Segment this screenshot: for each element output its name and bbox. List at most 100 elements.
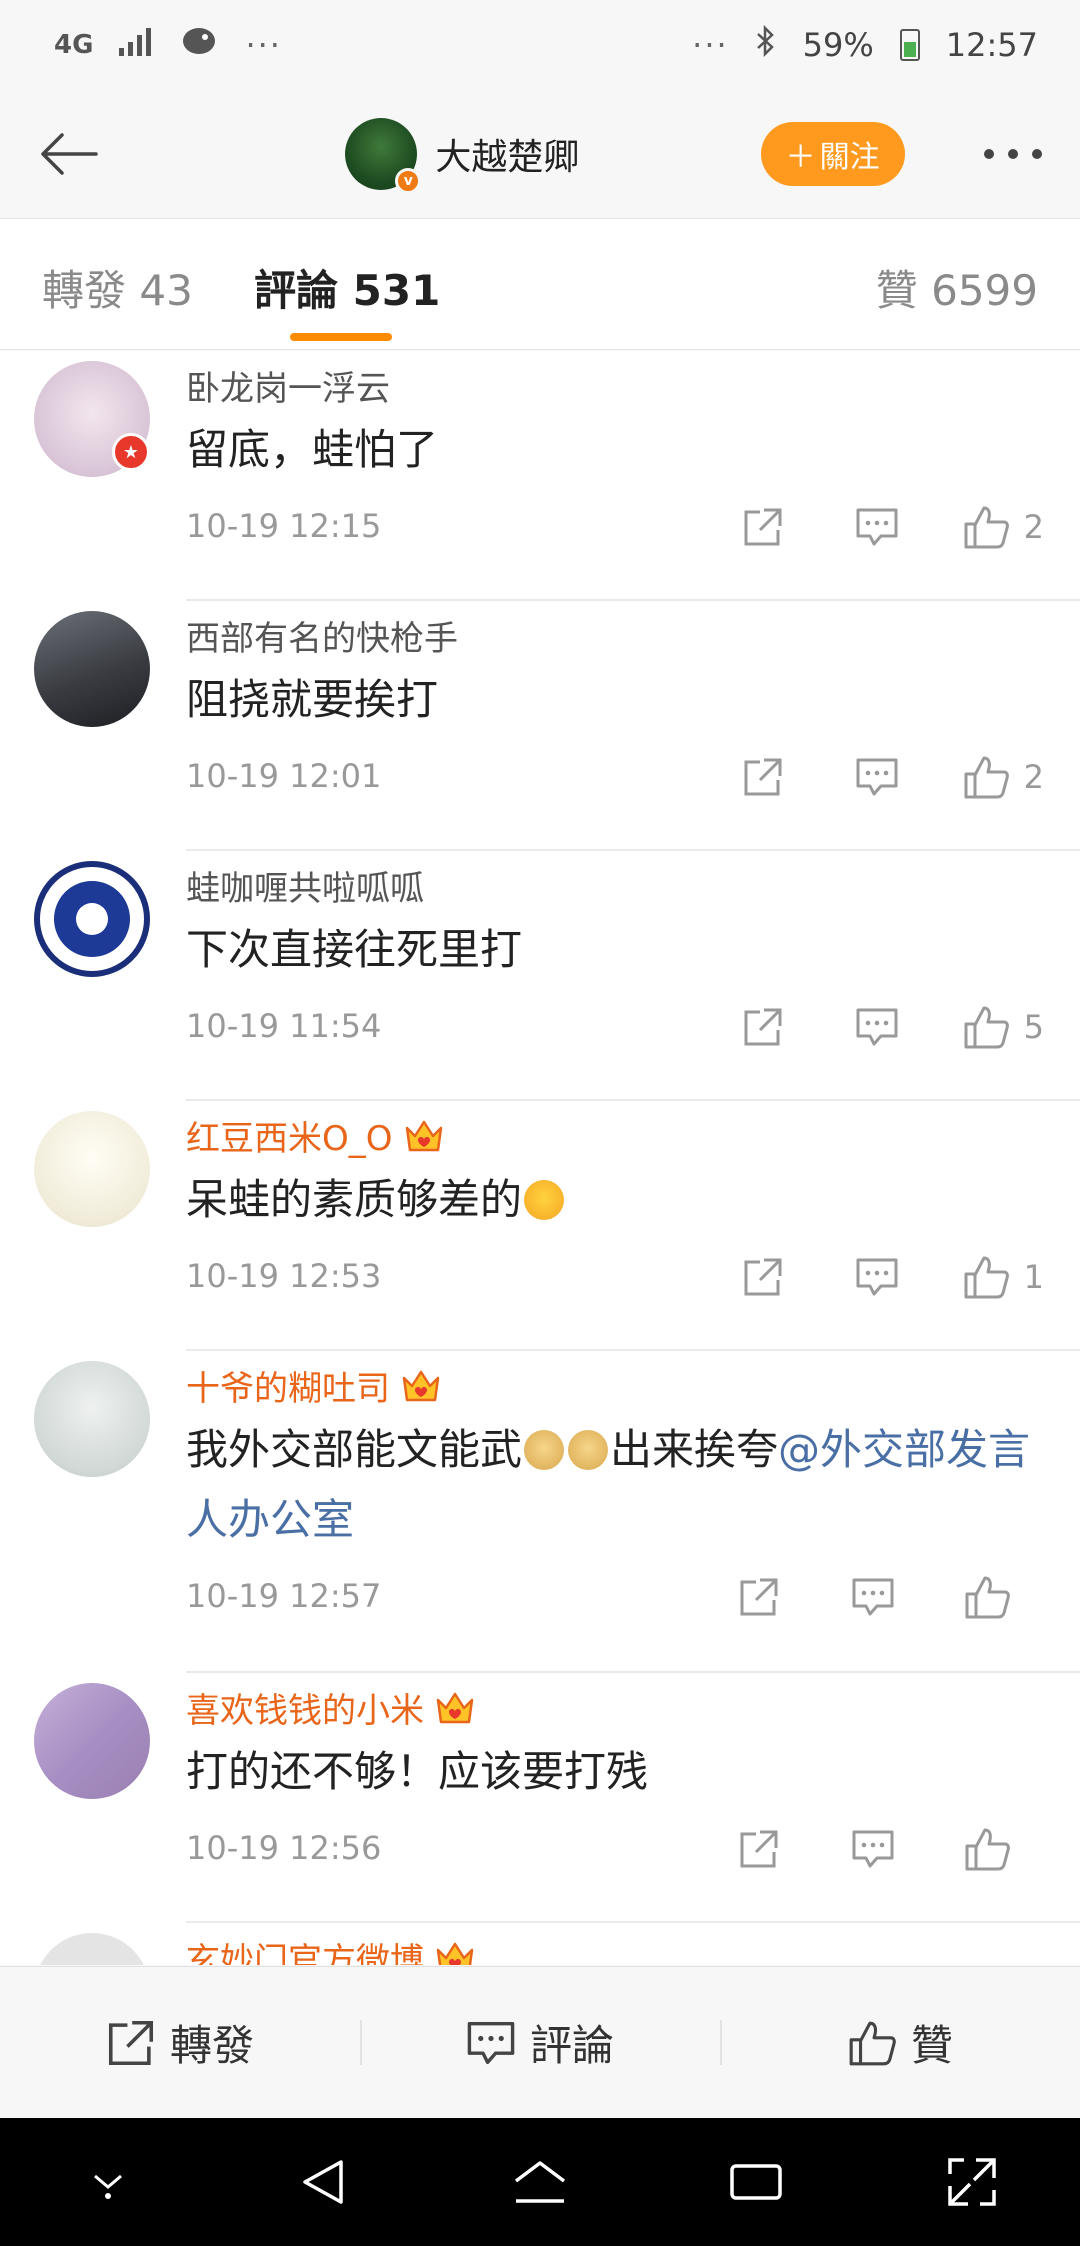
battery-icon [899, 29, 920, 61]
hide-keyboard-icon[interactable] [53, 2127, 163, 2237]
comment-text: 留底，蛙怕了 [186, 425, 439, 474]
tab-repost[interactable]: 轉發 43 [42, 257, 193, 318]
vip-crown-icon [405, 1120, 442, 1151]
avatar[interactable] [34, 611, 150, 727]
comment-username[interactable]: 红豆西米O_O [186, 1111, 445, 1160]
share-icon[interactable] [702, 1567, 816, 1627]
comment-text: 我外交部能文能武 出来挨夸@外交部发言人办公室 [186, 1425, 1031, 1544]
app-notification-icon [179, 23, 219, 67]
comment-label: 評論 [529, 2021, 614, 2070]
more-options-icon[interactable] [976, 149, 1050, 159]
avatar[interactable] [34, 1933, 150, 1965]
more-notifications-icon: ··· [245, 26, 282, 64]
comment-item: 喜欢钱钱的小米 打的还不够！应该要打残 10-19 12:56 [0, 1673, 1080, 1923]
share-icon[interactable] [706, 997, 820, 1057]
comment-item: 十爷的糊吐司 我外交部能文能武 出来挨夸@外交部发言人办公室 10-19 12:5… [0, 1351, 1080, 1673]
author-info[interactable]: v 大越楚卿 [345, 118, 579, 194]
comment-time: 10-19 12:57 [186, 1577, 382, 1615]
clock: 12:57 [945, 26, 1038, 64]
author-name[interactable]: 大越楚卿 [435, 128, 579, 180]
like-button[interactable]: 1 [934, 1247, 1044, 1307]
back-button[interactable] [24, 109, 114, 199]
follow-button[interactable]: ＋ 關注 [760, 122, 905, 186]
comment-text: 下次直接往死里打 [186, 925, 523, 974]
detail-tabs: 轉發 43 評論 531 贊 6599 [0, 218, 1080, 350]
battery-percent: 59% [802, 26, 874, 64]
comment-item: 蛙咖喱共啦呱呱 下次直接往死里打 10-19 11:54 5 [0, 851, 1080, 1101]
tab-likes[interactable]: 贊 6599 [876, 257, 1038, 318]
comment-time: 10-19 11:54 [186, 1007, 382, 1045]
like-label: 贊 [910, 2021, 953, 2070]
comment-list[interactable]: ★ 卧龙岗一浮云 留底，蛙怕了 10-19 12:15 2 西部有名的快枪手 阻… [0, 351, 1080, 1965]
avatar[interactable] [34, 1111, 150, 1227]
comment-text: 呆蛙的素质够差的 [186, 1165, 1040, 1235]
share-icon[interactable] [702, 1819, 816, 1879]
share-icon[interactable] [706, 747, 820, 807]
reply-icon[interactable] [816, 1819, 930, 1879]
doge-emoji-icon [568, 1430, 609, 1470]
plus-icon: ＋ [785, 140, 816, 175]
screen-rotate-icon[interactable] [917, 2127, 1027, 2237]
thumbs-up-icon [965, 1828, 1010, 1871]
thumbs-up-icon [964, 1006, 1009, 1049]
back-arrow-icon [41, 133, 98, 175]
share-icon [108, 2020, 154, 2065]
like-button[interactable]: 5 [934, 997, 1044, 1057]
comment-username[interactable]: 蛙咖喱共啦呱呱 [186, 861, 424, 910]
weibo-comments-screen: 4G ··· ··· 59% 12:57 v 大越楚卿 ＋ 關注 轉發 43 評… [0, 0, 1080, 2246]
tab-comments[interactable]: 評論 531 [254, 257, 440, 318]
like-count: 2 [1023, 508, 1044, 546]
comment-username[interactable]: 喜欢钱钱的小米 [186, 1683, 476, 1732]
comment-button[interactable]: 評論 [360, 2012, 720, 2073]
like-count: 2 [1023, 758, 1044, 796]
repost-button[interactable]: 轉發 [0, 2012, 360, 2073]
nav-recents-icon[interactable] [701, 2127, 811, 2237]
system-navigation-bar [0, 2118, 1080, 2246]
comment-item: 西部有名的快枪手 阻挠就要挨打 10-19 12:01 2 [0, 601, 1080, 851]
reply-icon[interactable] [820, 747, 934, 807]
thumbs-up-icon [964, 506, 1009, 549]
top-nav-bar: v 大越楚卿 ＋ 關注 [0, 90, 1080, 218]
avatar[interactable] [34, 861, 150, 977]
comment-item: ★ 卧龙岗一浮云 留底，蛙怕了 10-19 12:15 2 [0, 351, 1080, 601]
comment-time: 10-19 12:53 [186, 1257, 382, 1295]
reply-icon[interactable] [816, 1567, 930, 1627]
like-button[interactable] [930, 1819, 1044, 1879]
status-more-icon: ··· [692, 26, 729, 64]
comment-icon [467, 2021, 515, 2064]
comment-username[interactable]: 玄妙门官方微博 [186, 1933, 476, 1965]
comment-item: 红豆西米O_O 呆蛙的素质够差的 10-19 12:53 1 [0, 1101, 1080, 1351]
nav-home-icon[interactable] [485, 2127, 595, 2237]
comment-text: 阻挠就要挨打 [186, 675, 439, 724]
signal-icon [119, 26, 153, 64]
reply-icon[interactable] [820, 497, 934, 557]
share-icon[interactable] [706, 497, 820, 557]
like-button[interactable] [930, 1567, 1044, 1627]
comment-username[interactable]: 卧龙岗一浮云 [186, 361, 390, 410]
thumbs-up-icon [965, 1576, 1010, 1619]
bluetooth-icon [755, 24, 777, 65]
like-count: 5 [1023, 1008, 1044, 1046]
comment-item: 玄妙门官方微博 [0, 1923, 1080, 1965]
avatar[interactable] [34, 1683, 150, 1799]
vip-crown-icon [436, 1692, 474, 1723]
avatar[interactable] [34, 1361, 150, 1477]
like-post-button[interactable]: 贊 [720, 2012, 1080, 2073]
reply-icon[interactable] [820, 997, 934, 1057]
comment-username[interactable]: 西部有名的快枪手 [186, 611, 458, 660]
comment-username[interactable]: 十爷的糊吐司 [186, 1361, 442, 1410]
special-badge-icon: ★ [112, 433, 150, 471]
thumbs-up-icon [964, 756, 1009, 799]
comment-text: 打的还不够！应该要打残 [186, 1747, 649, 1796]
repost-label: 轉發 [169, 2021, 254, 2070]
comment-time: 10-19 12:15 [186, 507, 382, 545]
thumbs-up-icon [849, 2021, 896, 2065]
nav-back-icon[interactable] [269, 2127, 379, 2237]
like-count: 1 [1023, 1258, 1044, 1296]
share-icon[interactable] [706, 1247, 820, 1307]
like-button[interactable]: 2 [934, 497, 1044, 557]
like-button[interactable]: 2 [934, 747, 1044, 807]
author-avatar[interactable]: v [345, 118, 422, 194]
sweat-emoji-icon [524, 1180, 565, 1220]
reply-icon[interactable] [820, 1247, 934, 1307]
